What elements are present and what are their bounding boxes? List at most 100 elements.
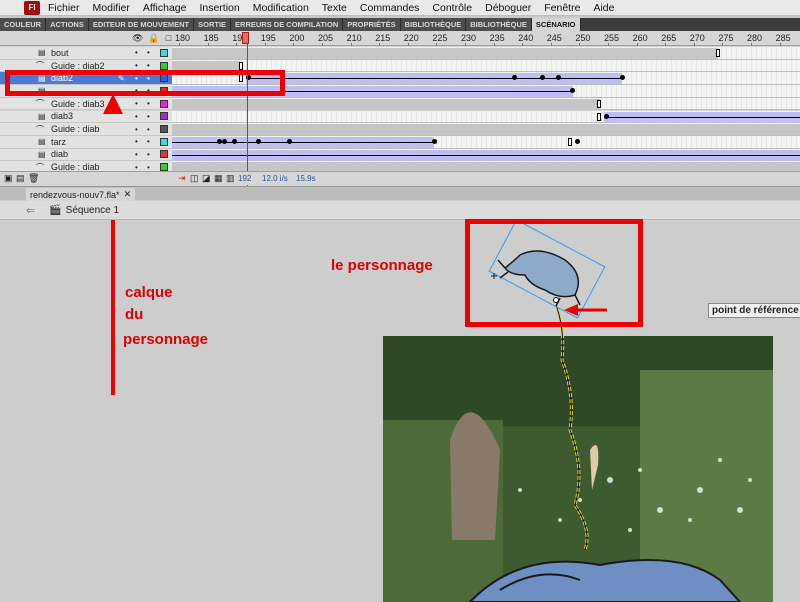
ruler-tick [179,43,180,46]
ruler-number: 205 [318,33,334,43]
lock-toggle[interactable]: • [147,112,150,121]
frame-row[interactable] [172,97,800,111]
layer-row[interactable]: ▤ diab • • [0,148,172,162]
menu-deboguer[interactable]: Déboguer [485,2,531,14]
layer-icon: ▤ [38,137,46,147]
menu-modifier[interactable]: Modifier [93,2,130,14]
scene-label[interactable]: Séquence 1 [66,205,119,216]
visibility-toggle[interactable]: • [135,112,138,121]
menu-controle[interactable]: Contrôle [432,2,472,14]
menu-modification[interactable]: Modification [253,2,309,14]
layer-row[interactable]: ⌒ Guide : diab3 • • [0,97,172,111]
frame-row[interactable] [172,110,800,124]
keyframe[interactable] [570,88,575,94]
layer-row[interactable]: ⌒ Guide : diab • • [0,123,172,136]
keyframe[interactable] [432,138,437,144]
delete-layer-icon[interactable]: 🗑 [28,173,39,184]
frame-end-marker[interactable] [239,61,243,70]
lock-toggle[interactable]: • [147,137,150,146]
keyframe[interactable] [620,75,625,81]
visibility-toggle[interactable]: • [135,150,138,159]
lock-toggle[interactable]: • [147,61,150,70]
timeline-footer: ▣ ▤ 🗑 ⇥ ◫ ◪ ▦ ▥ 192 12.0 i/s 15.9s [0,171,800,185]
markers-icon[interactable]: ▥ [226,173,235,184]
ruler-tick [751,43,752,46]
keyframe[interactable] [232,138,237,144]
layer-color-swatch[interactable] [160,163,168,172]
tab-sortie[interactable]: SORTIE [194,18,232,31]
onion-outline-icon[interactable]: ◪ [202,173,211,184]
lock-toggle[interactable]: • [147,99,150,108]
visibility-toggle[interactable]: • [135,137,138,146]
layer-color-swatch[interactable] [160,112,168,121]
keyframe[interactable] [222,138,227,144]
tab-actions[interactable]: ACTIONS [46,18,89,31]
lock-icon[interactable]: 🔒 [148,33,159,44]
layer-label-line2: du [125,306,144,323]
tab-proprietes[interactable]: PROPRIÉTÉS [343,18,401,31]
current-frame[interactable]: 192 [238,174,251,183]
document-tab[interactable]: rendezvous-nouv7.fla* ✕ [26,188,136,201]
layer-row[interactable]: ▤ diab3 • • [0,110,172,124]
tab-erreurs-compilation[interactable]: ERREURS DE COMPILATION [231,18,344,31]
menu-fichier[interactable]: Fichier [48,2,80,14]
playhead[interactable] [242,32,249,44]
eye-icon[interactable]: 👁 [132,33,143,44]
tab-couleur[interactable]: COULEUR [0,18,47,31]
layer-row[interactable]: ▤ bout • • [0,47,172,60]
frame-row[interactable] [172,47,800,60]
panel-tabs: COULEUR ACTIONS EDITEUR DE MOUVEMENT SOR… [0,18,800,31]
keyframe[interactable] [604,113,609,119]
visibility-toggle[interactable]: • [135,48,138,57]
visibility-toggle[interactable]: • [135,99,138,108]
menu-fenetre[interactable]: Fenêtre [544,2,580,14]
menu-commandes[interactable]: Commandes [360,2,420,14]
close-icon[interactable]: ✕ [124,189,132,200]
stage[interactable]: le personnage calque du personnage [0,219,800,602]
keyframe[interactable] [287,138,292,144]
edit-multiple-icon[interactable]: ▦ [214,173,223,184]
menu-insertion[interactable]: Insertion [199,2,239,14]
frame-end-marker[interactable] [597,99,601,108]
ruler-number: 270 [689,33,705,43]
back-arrow-icon[interactable]: ⇐ [26,204,35,217]
frame-end-marker[interactable] [716,49,720,57]
menu-affichage[interactable]: Affichage [143,2,187,14]
frame-rate[interactable]: 12.0 i/s [262,174,288,183]
layer-color-swatch[interactable] [160,48,168,57]
frame-row[interactable] [172,123,800,136]
outline-icon[interactable]: □ [164,33,173,44]
tab-bibliotheque[interactable]: BIBLIOTHÈQUE [400,18,467,31]
keyframe[interactable] [256,138,261,144]
character-label: le personnage [331,257,433,274]
lock-toggle[interactable]: • [147,150,150,159]
layer-color-swatch[interactable] [160,125,168,134]
visibility-toggle[interactable]: • [135,61,138,70]
new-layer-icon[interactable]: ▣ [4,173,13,184]
lock-toggle[interactable]: • [147,125,150,134]
lock-toggle[interactable]: • [147,48,150,57]
tab-bibliotheque-2[interactable]: BIBLIOTHÈQUE [466,18,532,31]
tab-editeur-mouvement[interactable]: EDITEUR DE MOUVEMENT [88,18,195,31]
frame-end-marker[interactable] [568,137,572,146]
menu-aide[interactable]: Aide [593,2,614,14]
layer-color-swatch[interactable] [160,137,168,146]
menu-texte[interactable]: Texte [322,2,347,14]
center-frame-icon[interactable]: ⇥ [178,173,186,184]
frame-end-marker[interactable] [597,112,601,121]
layer-name: tarz [51,136,67,147]
new-folder-icon[interactable]: ▤ [16,173,25,184]
onion-skin-icon[interactable]: ◫ [190,173,199,184]
keyframe[interactable] [575,138,580,144]
layer-color-swatch[interactable] [160,99,168,108]
frame-row[interactable] [172,148,800,162]
ruler-tick [379,43,381,46]
ruler-tick [350,43,352,46]
visibility-toggle[interactable]: • [135,125,138,134]
layer-name: diab3 [51,111,74,122]
layer-color-swatch[interactable] [160,61,168,70]
tab-scenario[interactable]: SCÉNARIO [531,18,581,31]
layer-color-swatch[interactable] [160,150,168,159]
frame-row[interactable] [172,135,800,149]
layer-row[interactable]: ▤ tarz • • [0,135,172,149]
